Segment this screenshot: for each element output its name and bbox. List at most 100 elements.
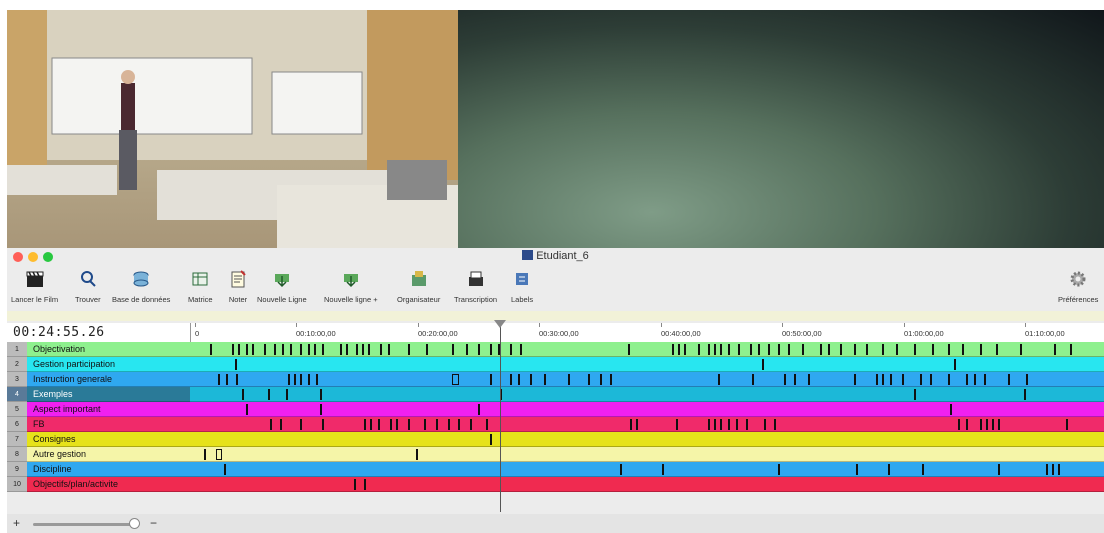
track-lane[interactable] — [190, 387, 1104, 402]
track-name[interactable]: Discipline — [27, 462, 190, 477]
track-lane[interactable] — [190, 357, 1104, 372]
event-marker[interactable] — [458, 419, 460, 430]
add-track-button[interactable]: + — [13, 516, 20, 530]
track-name[interactable]: Autre gestion — [27, 447, 190, 462]
track-row[interactable]: 2 Gestion participation — [7, 357, 1104, 372]
track-row[interactable]: 5 Aspect important — [7, 402, 1104, 417]
event-marker[interactable] — [728, 419, 730, 430]
event-marker[interactable] — [684, 344, 686, 355]
event-marker[interactable] — [308, 344, 310, 355]
event-marker[interactable] — [672, 344, 674, 355]
event-marker[interactable] — [610, 374, 612, 385]
event-marker[interactable] — [746, 419, 748, 430]
event-marker[interactable] — [774, 419, 776, 430]
track-row[interactable]: 7 Consignes — [7, 432, 1104, 447]
event-marker[interactable] — [316, 374, 318, 385]
event-marker[interactable] — [226, 374, 228, 385]
event-marker[interactable] — [728, 344, 730, 355]
track-lane[interactable] — [190, 462, 1104, 477]
event-marker[interactable] — [224, 464, 226, 475]
event-marker[interactable] — [1070, 344, 1072, 355]
find-button[interactable]: Trouver — [75, 268, 101, 304]
track-lane[interactable] — [190, 372, 1104, 387]
event-marker[interactable] — [788, 344, 790, 355]
event-marker[interactable] — [466, 344, 468, 355]
event-marker[interactable] — [1058, 464, 1060, 475]
event-marker[interactable] — [204, 449, 206, 460]
event-marker[interactable] — [416, 449, 418, 460]
event-marker[interactable] — [630, 419, 632, 430]
event-marker[interactable] — [252, 344, 254, 355]
event-marker[interactable] — [270, 419, 272, 430]
event-marker[interactable] — [340, 344, 342, 355]
new-line-button[interactable]: Nouvelle Ligne — [257, 268, 307, 304]
event-marker[interactable] — [778, 344, 780, 355]
event-marker[interactable] — [490, 344, 492, 355]
event-marker[interactable] — [714, 419, 716, 430]
playhead-marker[interactable] — [494, 320, 506, 328]
event-marker[interactable] — [368, 344, 370, 355]
event-marker[interactable] — [300, 419, 302, 430]
event-marker[interactable] — [992, 419, 994, 430]
event-marker[interactable] — [718, 374, 720, 385]
event-marker[interactable] — [986, 419, 988, 430]
event-marker[interactable] — [408, 419, 410, 430]
timeline-ruler[interactable]: 00:24:55.26 0 00:10:00,00 00:20:00,00 00:30… — [7, 323, 1104, 343]
event-marker[interactable] — [408, 344, 410, 355]
event-marker[interactable] — [300, 374, 302, 385]
event-marker[interactable] — [520, 344, 522, 355]
event-marker[interactable] — [750, 344, 752, 355]
track-row[interactable]: 1 Objectivation — [7, 342, 1104, 357]
event-marker[interactable] — [720, 419, 722, 430]
event-marker[interactable] — [828, 344, 830, 355]
event-marker[interactable] — [784, 374, 786, 385]
track-name[interactable]: FB — [27, 417, 190, 432]
event-marker[interactable] — [628, 344, 630, 355]
track-row[interactable]: 4 Exemples — [7, 387, 1104, 402]
event-marker[interactable] — [980, 419, 982, 430]
event-marker[interactable] — [676, 419, 678, 430]
event-marker[interactable] — [246, 344, 248, 355]
event-marker[interactable] — [1026, 374, 1028, 385]
event-marker[interactable] — [274, 344, 276, 355]
event-marker[interactable] — [778, 464, 780, 475]
event-marker[interactable] — [478, 404, 480, 415]
event-marker[interactable] — [984, 374, 986, 385]
event-marker[interactable] — [620, 464, 622, 475]
event-marker[interactable] — [378, 419, 380, 430]
note-button[interactable]: Noter — [227, 268, 249, 304]
event-marker[interactable] — [708, 344, 710, 355]
event-marker[interactable] — [698, 344, 700, 355]
track-row[interactable]: 10 Objectifs/plan/activite — [7, 477, 1104, 492]
event-marker[interactable] — [320, 404, 322, 415]
event-marker[interactable] — [866, 344, 868, 355]
event-marker[interactable] — [290, 344, 292, 355]
track-name[interactable]: Gestion participation — [27, 357, 190, 372]
event-marker[interactable] — [758, 344, 760, 355]
track-name[interactable]: Objectivation — [27, 342, 190, 357]
event-marker[interactable] — [974, 374, 976, 385]
track-lane[interactable] — [190, 447, 1104, 462]
event-marker[interactable] — [242, 389, 244, 400]
event-marker[interactable] — [720, 344, 722, 355]
track-row[interactable]: 3 Instruction generale — [7, 372, 1104, 387]
event-marker[interactable] — [478, 344, 480, 355]
event-marker[interactable] — [1024, 389, 1026, 400]
event-marker[interactable] — [396, 419, 398, 430]
event-marker[interactable] — [364, 479, 366, 490]
event-marker[interactable] — [678, 344, 680, 355]
event-marker[interactable] — [452, 344, 454, 355]
event-marker[interactable] — [210, 344, 212, 355]
preferences-button[interactable]: Préférences — [1058, 268, 1098, 304]
organizer-button[interactable]: Organisateur — [397, 268, 440, 304]
track-lane[interactable] — [190, 342, 1104, 357]
event-marker[interactable] — [802, 344, 804, 355]
event-marker[interactable] — [998, 464, 1000, 475]
event-marker[interactable] — [998, 419, 1000, 430]
event-marker[interactable] — [510, 374, 512, 385]
event-marker[interactable] — [490, 374, 492, 385]
event-marker[interactable] — [370, 419, 372, 430]
event-marker[interactable] — [954, 359, 956, 370]
track-row[interactable]: 9 Discipline — [7, 462, 1104, 477]
event-marker[interactable] — [544, 374, 546, 385]
